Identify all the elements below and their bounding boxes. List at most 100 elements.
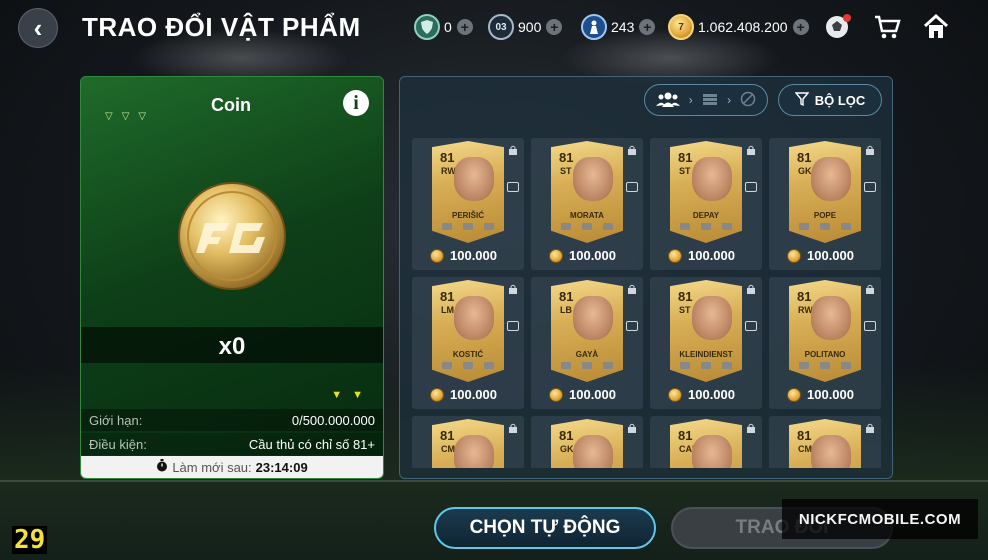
player-portrait xyxy=(692,157,732,201)
filter-button[interactable]: BỘ LỌC xyxy=(778,84,882,116)
player-slot[interactable]: 81 CM xyxy=(769,416,881,468)
watermark: NICKFCMOBILE.COM xyxy=(782,499,978,539)
arrows-down-icon: ▼▼ xyxy=(331,389,373,401)
player-card[interactable]: 81 LM KOSTIĆ xyxy=(432,280,504,382)
player-card[interactable]: 81 CM xyxy=(789,419,861,468)
auto-select-button[interactable]: CHỌN TỰ ĐỘNG xyxy=(434,507,656,549)
swap-icon xyxy=(626,321,638,331)
player-slot[interactable]: 81 ST DEPAY 100.000 xyxy=(650,138,762,270)
player-card[interactable]: 81 CAM xyxy=(670,419,742,468)
card-rating: 81 xyxy=(678,289,693,304)
player-portrait xyxy=(692,296,732,340)
swap-icon xyxy=(745,321,757,331)
add-bp-button[interactable]: + xyxy=(546,19,563,35)
filter-steps[interactable]: › › xyxy=(644,84,768,116)
stack-icon xyxy=(702,92,718,109)
player-grid: 81 RW PERIŠIĆ 100.000 81 ST MORATA 100.0… xyxy=(412,138,882,468)
fps-counter: 29 xyxy=(12,525,48,555)
card-position: GK xyxy=(560,444,574,454)
card-badges xyxy=(680,223,732,230)
card-rating: 81 xyxy=(678,150,693,165)
currency-value: 1.062.408.200 xyxy=(698,19,788,35)
player-portrait xyxy=(573,296,613,340)
coin-icon: 7 xyxy=(668,14,694,40)
chevron-right-icon: › xyxy=(688,93,693,107)
quantity-bar: x0 xyxy=(81,327,383,363)
price-value: 100.000 xyxy=(807,387,854,402)
player-card[interactable]: 81 LB GAYÀ xyxy=(551,280,623,382)
player-slot[interactable]: 81 RW POLITANO 100.000 xyxy=(769,277,881,409)
limit-label: Giới hạn: xyxy=(89,412,143,428)
currency-bp[interactable]: 03 900 + xyxy=(488,14,563,40)
coin-icon xyxy=(668,387,682,402)
player-slot[interactable]: 81 GK POPE 100.000 xyxy=(769,138,881,270)
card-badges xyxy=(561,223,613,230)
condition-label: Điều kiện: xyxy=(89,436,147,452)
player-selection-panel: › › BỘ LỌC 81 RW PERIŠIĆ 100.000 81 ST M… xyxy=(399,76,893,479)
currency-shield[interactable]: 0 + xyxy=(414,14,473,40)
card-price: 100.000 xyxy=(549,248,616,263)
player-slot[interactable]: 81 ST KLEINDIENST 100.000 xyxy=(650,277,762,409)
card-position: CM xyxy=(798,444,812,454)
limit-value: 0/500.000.000 xyxy=(291,412,375,428)
card-rating: 81 xyxy=(797,289,812,304)
coin-icon xyxy=(177,181,287,291)
player-slot[interactable]: 81 CAM xyxy=(650,416,762,468)
condition-value: Cầu thủ có chỉ số 81+ xyxy=(248,436,375,452)
lock-icon xyxy=(509,423,517,433)
add-coin-button[interactable]: + xyxy=(792,19,809,35)
lock-icon xyxy=(509,145,517,155)
player-slot[interactable]: 81 LB GAYÀ 100.000 xyxy=(531,277,643,409)
card-name: KOSTIĆ xyxy=(452,350,484,359)
ball-icon[interactable] xyxy=(822,12,852,42)
player-card[interactable]: 81 GK xyxy=(551,419,623,468)
player-slot[interactable]: 81 LM KOSTIĆ 100.000 xyxy=(412,277,524,409)
add-shield-button[interactable]: + xyxy=(456,19,473,35)
player-portrait xyxy=(454,435,494,468)
back-button[interactable]: ‹ xyxy=(18,8,58,48)
currency-player[interactable]: 243 + xyxy=(581,14,656,40)
card-price: 100.000 xyxy=(787,248,854,263)
refresh-timer: Làm mới sau: 23:14:09 xyxy=(81,456,383,478)
card-rating: 81 xyxy=(559,289,574,304)
player-slot[interactable]: 81 GK xyxy=(531,416,643,468)
currency-value: 0 xyxy=(444,19,452,35)
card-position: ST xyxy=(679,166,691,176)
card-name: PERIŠIĆ xyxy=(451,211,484,220)
coin-icon xyxy=(787,387,801,402)
card-price: 100.000 xyxy=(787,387,854,402)
home-icon[interactable] xyxy=(921,12,951,42)
cart-icon[interactable] xyxy=(872,12,902,42)
coin-icon xyxy=(549,387,563,402)
player-card[interactable]: 81 GK POPE xyxy=(789,141,861,243)
lock-icon xyxy=(747,145,755,155)
card-name: DEPAY xyxy=(692,211,720,220)
player-card[interactable]: 81 RW PERIŠIĆ xyxy=(432,141,504,243)
player-card[interactable]: 81 ST DEPAY xyxy=(670,141,742,243)
add-player-button[interactable]: + xyxy=(639,19,656,35)
filter-label: BỘ LỌC xyxy=(814,92,866,108)
player-card[interactable]: 81 ST MORATA xyxy=(551,141,623,243)
chevron-right-icon: › xyxy=(727,93,732,107)
player-card[interactable]: 81 RW POLITANO xyxy=(789,280,861,382)
player-slot[interactable]: 81 ST MORATA 100.000 xyxy=(531,138,643,270)
player-slot[interactable]: 81 RW PERIŠIĆ 100.000 xyxy=(412,138,524,270)
card-name: KLEINDIENST xyxy=(679,350,733,359)
swap-icon xyxy=(507,182,519,192)
currency-coin[interactable]: 7 1.062.408.200 + xyxy=(668,14,809,40)
reward-quantity: x0 xyxy=(218,333,246,360)
card-price: 100.000 xyxy=(430,387,497,402)
info-icon[interactable]: i xyxy=(343,90,369,116)
player-slot[interactable]: 81 CM xyxy=(412,416,524,468)
player-card[interactable]: 81 CM xyxy=(432,419,504,468)
coin-icon xyxy=(430,387,444,402)
player-card[interactable]: 81 ST KLEINDIENST xyxy=(670,280,742,382)
card-price: 100.000 xyxy=(430,248,497,263)
condition-row: Điều kiện: Cầu thủ có chỉ số 81+ xyxy=(81,433,383,455)
card-rating: 81 xyxy=(797,150,812,165)
card-name: POPE xyxy=(813,211,837,220)
player-portrait xyxy=(573,435,613,468)
card-badges xyxy=(799,223,851,230)
arrows-down-icon: ▽▽▽ xyxy=(105,111,156,122)
page-title: TRAO ĐỔI VẬT PHẨM xyxy=(82,12,361,42)
